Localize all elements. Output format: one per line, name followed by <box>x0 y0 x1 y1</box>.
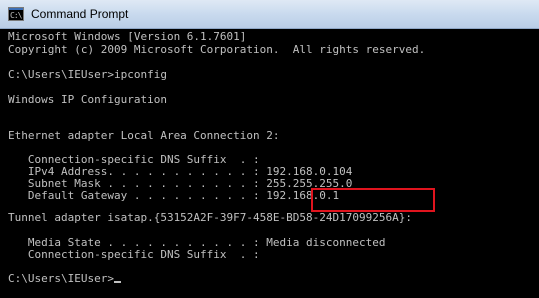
console-line: Ethernet adapter Local Area Connection 2… <box>8 129 280 142</box>
prompt-text: C:\Users\IEUser> <box>8 272 114 285</box>
console-line: Connection-specific DNS Suffix . : <box>8 248 260 261</box>
cmd-icon[interactable]: C:\ <box>8 7 24 21</box>
ip-address-highlight-box <box>311 188 435 212</box>
window-title: Command Prompt <box>31 7 129 21</box>
title-bar[interactable]: C:\ Command Prompt <box>0 0 539 29</box>
console-line: C:\Users\IEUser>ipconfig <box>8 68 167 81</box>
console-line: Copyright (c) 2009 Microsoft Corporation… <box>8 43 426 56</box>
command-prompt-line[interactable]: C:\Users\IEUser> <box>8 272 121 286</box>
console-line: Default Gateway . . . . . . . . . : 192.… <box>8 189 340 202</box>
command-prompt-window: C:\ Command Prompt Microsoft Windows [Ve… <box>0 0 539 298</box>
console-line: Tunnel adapter isatap.{53152A2F-39F7-458… <box>8 211 412 224</box>
text-cursor <box>113 281 121 283</box>
console-line: Microsoft Windows [Version 6.1.7601] <box>8 30 247 43</box>
console-line: Windows IP Configuration <box>8 93 167 106</box>
console-output[interactable]: Microsoft Windows [Version 6.1.7601] Cop… <box>0 29 539 298</box>
